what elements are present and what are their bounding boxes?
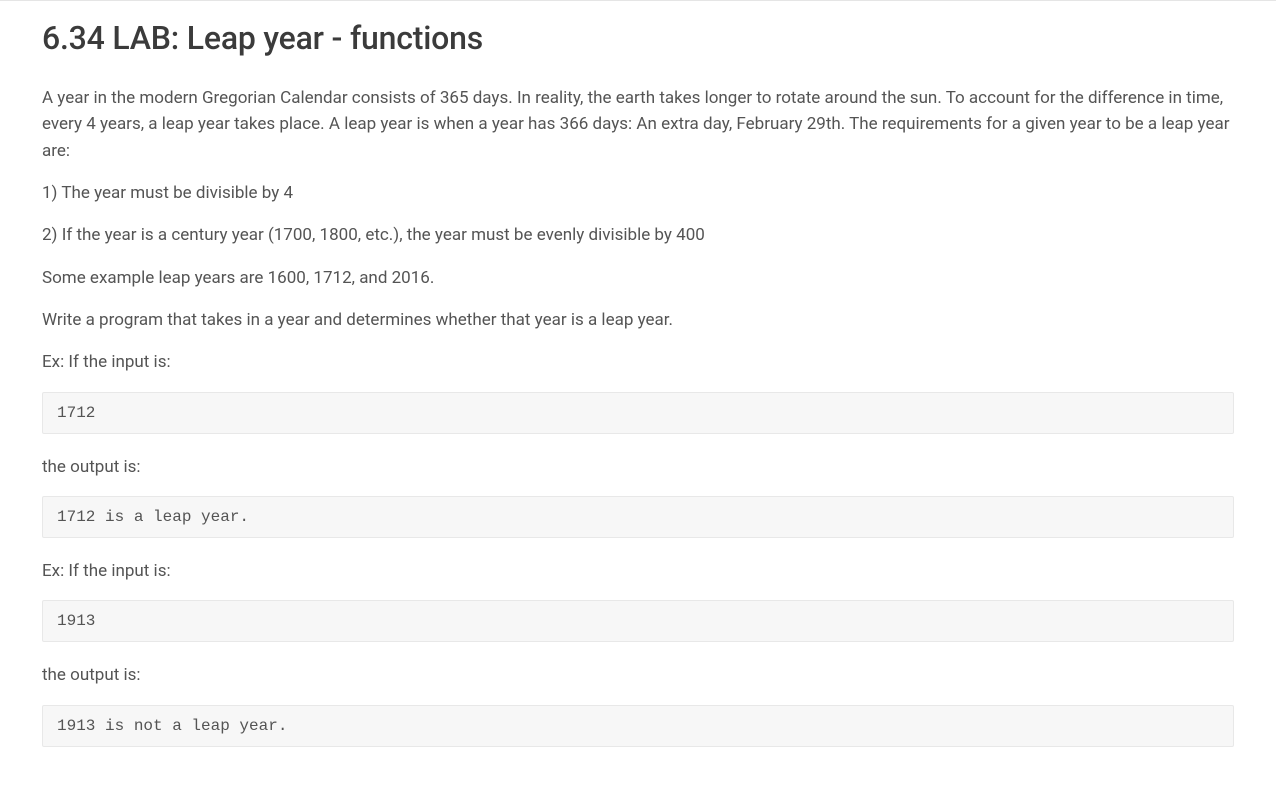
example-2-output-code: 1913 is not a leap year. — [42, 705, 1234, 747]
intro-paragraph: A year in the modern Gregorian Calendar … — [42, 85, 1234, 164]
lab-content: 6.34 LAB: Leap year - functions A year i… — [0, 1, 1276, 787]
example-2-prompt: Ex: If the input is: — [42, 558, 1234, 584]
example-2-input-code: 1913 — [42, 600, 1234, 642]
rule-2: 2) If the year is a century year (1700, … — [42, 222, 1234, 248]
examples-line: Some example leap years are 1600, 1712, … — [42, 265, 1234, 291]
example-1-input-code: 1712 — [42, 392, 1234, 434]
example-2-output-label: the output is: — [42, 662, 1234, 688]
example-1-output-code: 1712 is a leap year. — [42, 496, 1234, 538]
page-title: 6.34 LAB: Leap year - functions — [42, 19, 1234, 57]
task-description: Write a program that takes in a year and… — [42, 307, 1234, 333]
example-1-prompt: Ex: If the input is: — [42, 349, 1234, 375]
example-1-output-label: the output is: — [42, 454, 1234, 480]
rule-1: 1) The year must be divisible by 4 — [42, 180, 1234, 206]
